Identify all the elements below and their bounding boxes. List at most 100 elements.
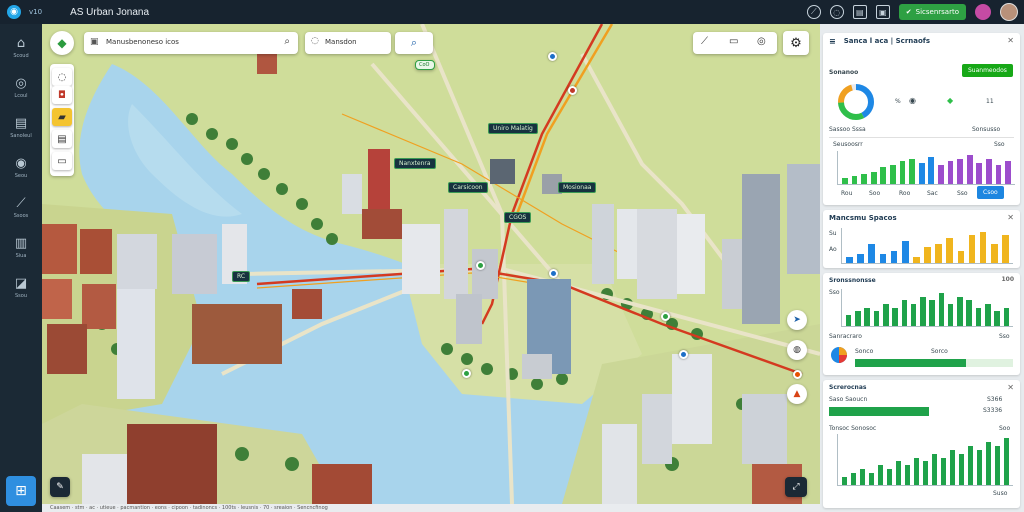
chat-icon[interactable]: ▭ [52, 152, 72, 170]
sidebar-item-building[interactable]: ▥ Siua [0, 228, 42, 268]
chart-bar [940, 458, 947, 485]
sidebar-item-layers[interactable]: ◪ Ssou [0, 268, 42, 308]
map-label[interactable]: Uniro Malatig [488, 123, 538, 134]
user-avatar[interactable] [1000, 3, 1018, 21]
location-button[interactable]: ➤ [787, 310, 807, 330]
summary-action-button[interactable]: Suanmeodos [962, 64, 1013, 77]
chart-bar [851, 176, 858, 184]
pie-value: Sorco [931, 348, 948, 355]
folder-icon[interactable]: ▰ [52, 108, 72, 126]
chart-tab[interactable]: Roo [899, 190, 910, 197]
chart-bar [938, 293, 945, 326]
note-icon[interactable]: ▤ [52, 130, 72, 148]
map-marker[interactable] [462, 369, 471, 378]
search-icon[interactable]: ⌕ [284, 36, 290, 47]
chart-bar [1005, 161, 1012, 184]
chart-tab[interactable]: Rou [841, 190, 852, 197]
app-logo-icon[interactable]: ◉ [7, 5, 21, 19]
sidebar-item-document[interactable]: ▤ Sanoleul [0, 108, 42, 148]
map-view[interactable]: ◆ ▣ Manusbenoneso icos ⌕ ◌ Mansdon ⌕ CoO… [42, 24, 820, 504]
chart-bar [994, 446, 1001, 485]
summary-subtitle: Sonanoo [829, 69, 859, 76]
sidebar-item-label: Sanoleul [10, 133, 32, 139]
top-action-button[interactable]: ✔ Sicsenrsarto [898, 4, 966, 20]
top-action-label: Sicsenrsarto [915, 8, 959, 16]
chart-tab[interactable]: Soo [869, 190, 880, 197]
map-marker[interactable] [568, 86, 577, 95]
drop-pin-button[interactable]: ◍ [787, 340, 807, 360]
edit-button[interactable]: ✎ [50, 477, 70, 497]
home-icon: ⌂ [16, 36, 26, 51]
chart-bar [877, 465, 884, 485]
chart-bar [957, 297, 963, 326]
map-canvas [42, 24, 820, 504]
chart-tab[interactable]: Sac [927, 190, 938, 197]
camera-icon[interactable]: ▣ [875, 5, 890, 19]
search-button[interactable]: ⌕ [395, 32, 433, 54]
chart-bar [1003, 438, 1010, 485]
chart-bar [949, 450, 956, 485]
sidebar-item-home[interactable]: ⌂ Scoud [0, 28, 42, 68]
map-marker[interactable] [679, 350, 688, 359]
map-search-input[interactable]: Manusbenoneso icos [106, 38, 179, 46]
building-icon: ▥ [14, 236, 28, 251]
location-icon: ◉ [15, 156, 27, 171]
chart-bar [909, 159, 915, 184]
info-icon: ◉ [909, 96, 916, 105]
chart-bar [901, 241, 909, 263]
chart-bar [1002, 235, 1009, 263]
measure-icon[interactable]: ⟋ [701, 36, 708, 47]
menu-icon[interactable]: ≡ [829, 37, 836, 46]
chart4-plot [837, 434, 1013, 486]
marker-icon[interactable]: ◘ [52, 86, 72, 104]
globe-icon[interactable]: ◌ [829, 5, 844, 19]
location-search-input[interactable]: Mansdon [325, 38, 357, 46]
chart-bar [913, 257, 920, 263]
spaces-card: Mancsmu Spacos ✕ Su Ao [823, 210, 1020, 268]
progress-track [855, 359, 1013, 367]
map-marker[interactable] [793, 370, 802, 379]
fullscreen-button[interactable]: ⤢ [785, 477, 807, 497]
flame-button[interactable]: ▲ [787, 384, 807, 404]
chart-tab[interactable]: Sso [957, 190, 968, 197]
map-label[interactable]: Carsicoon [448, 182, 488, 193]
chart-bar [882, 304, 889, 326]
draw-icon[interactable]: ▭ [729, 36, 738, 47]
close-icon[interactable]: ✕ [1007, 213, 1014, 222]
sidebar-item-location[interactable]: ◉ Seou [0, 148, 42, 188]
map-marker[interactable] [548, 52, 557, 61]
responses-card-title: Sronssnonsse [829, 276, 876, 284]
layers-icon[interactable]: ◎ [757, 36, 766, 47]
location-search-bar[interactable]: ◌ Mansdon [305, 32, 391, 54]
chart-bar [922, 461, 929, 485]
chart-bar [986, 159, 992, 184]
settings-button[interactable]: ⚙ [783, 31, 809, 55]
zoom-icon[interactable]: ◌ [52, 68, 72, 86]
chart-bar [910, 304, 917, 326]
map-label[interactable]: CGOS [504, 212, 532, 223]
chart-bar [958, 454, 965, 485]
map-marker[interactable] [476, 261, 485, 270]
map-marker[interactable] [549, 269, 558, 278]
chart-tab-active[interactable]: Csoo [977, 186, 1004, 199]
map-search-bar[interactable]: ▣ Manusbenoneso icos ⌕ [84, 32, 298, 54]
notification-avatar[interactable] [975, 4, 991, 20]
map-label[interactable]: RC [232, 271, 251, 282]
search-icon: ⌕ [410, 36, 418, 49]
grid-icon[interactable]: ⊞ [6, 476, 36, 506]
map-marker[interactable] [661, 312, 670, 321]
chart-bar [868, 473, 875, 485]
summary-stat-percent: % [895, 98, 901, 105]
map-label[interactable]: Nanxtenra [394, 158, 436, 169]
close-icon[interactable]: ✕ [1007, 36, 1014, 45]
pie-label: Sonco [855, 348, 874, 355]
map-home-button[interactable]: ◆ [50, 31, 74, 55]
close-icon[interactable]: ✕ [1007, 383, 1014, 392]
sidebar-item-route[interactable]: ⟋ Ssoos [0, 188, 42, 228]
sidebar-item-compass[interactable]: ◎ Lcoul [0, 68, 42, 108]
satellite-icon[interactable]: ⟋ [806, 5, 821, 19]
chart-bar [966, 300, 973, 326]
map-label[interactable]: Mosionaa [558, 182, 597, 193]
clipboard-icon[interactable]: ▤ [852, 5, 867, 19]
app-title: AS Urban Jonana [70, 6, 150, 18]
